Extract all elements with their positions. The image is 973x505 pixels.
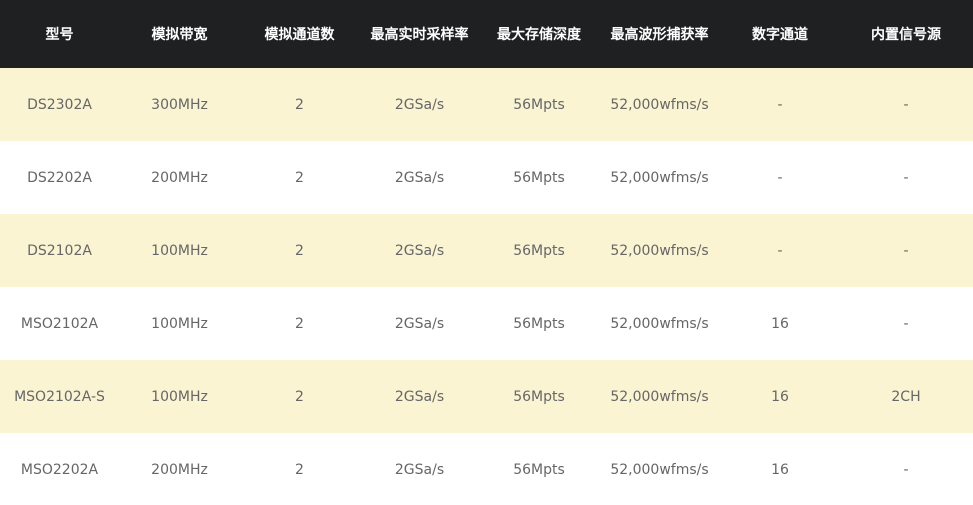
cell-memory-depth: 56Mpts (480, 287, 598, 360)
cell-model: DS2102A (0, 214, 119, 287)
cell-sample-rate: 2GSa/s (359, 433, 480, 505)
cell-digital-channels: 16 (721, 287, 839, 360)
cell-memory-depth: 56Mpts (480, 214, 598, 287)
cell-digital-channels: - (721, 214, 839, 287)
cell-waveform-rate: 52,000wfms/s (598, 214, 721, 287)
cell-analog-channels: 2 (240, 68, 359, 141)
cell-model: DS2202A (0, 141, 119, 214)
header-analog-channels: 模拟通道数 (240, 0, 359, 68)
cell-memory-depth: 56Mpts (480, 360, 598, 433)
table-row: DS2202A 200MHz 2 2GSa/s 56Mpts 52,000wfm… (0, 141, 973, 214)
header-signal-source: 内置信号源 (839, 0, 973, 68)
cell-analog-bandwidth: 100MHz (119, 214, 240, 287)
table-row: MSO2102A-S 100MHz 2 2GSa/s 56Mpts 52,000… (0, 360, 973, 433)
cell-analog-channels: 2 (240, 214, 359, 287)
cell-signal-source: 2CH (839, 360, 973, 433)
cell-memory-depth: 56Mpts (480, 68, 598, 141)
cell-digital-channels: 16 (721, 360, 839, 433)
cell-model: MSO2102A (0, 287, 119, 360)
table-row: DS2302A 300MHz 2 2GSa/s 56Mpts 52,000wfm… (0, 68, 973, 141)
cell-analog-channels: 2 (240, 287, 359, 360)
spec-table: 型号 模拟带宽 模拟通道数 最高实时采样率 最大存储深度 最高波形捕获率 数字通… (0, 0, 973, 505)
header-digital-channels: 数字通道 (721, 0, 839, 68)
header-waveform-rate: 最高波形捕获率 (598, 0, 721, 68)
cell-signal-source: - (839, 68, 973, 141)
cell-analog-bandwidth: 200MHz (119, 141, 240, 214)
cell-signal-source: - (839, 433, 973, 505)
header-memory-depth: 最大存储深度 (480, 0, 598, 68)
cell-sample-rate: 2GSa/s (359, 141, 480, 214)
cell-signal-source: - (839, 141, 973, 214)
cell-waveform-rate: 52,000wfms/s (598, 68, 721, 141)
table-row: DS2102A 100MHz 2 2GSa/s 56Mpts 52,000wfm… (0, 214, 973, 287)
cell-digital-channels: - (721, 141, 839, 214)
cell-analog-bandwidth: 300MHz (119, 68, 240, 141)
cell-digital-channels: - (721, 68, 839, 141)
cell-waveform-rate: 52,000wfms/s (598, 287, 721, 360)
table-header-row: 型号 模拟带宽 模拟通道数 最高实时采样率 最大存储深度 最高波形捕获率 数字通… (0, 0, 973, 68)
cell-model: MSO2202A (0, 433, 119, 505)
cell-waveform-rate: 52,000wfms/s (598, 141, 721, 214)
cell-analog-channels: 2 (240, 360, 359, 433)
cell-digital-channels: 16 (721, 433, 839, 505)
cell-memory-depth: 56Mpts (480, 141, 598, 214)
cell-model: DS2302A (0, 68, 119, 141)
header-sample-rate: 最高实时采样率 (359, 0, 480, 68)
cell-model: MSO2102A-S (0, 360, 119, 433)
cell-signal-source: - (839, 214, 973, 287)
table-row: MSO2102A 100MHz 2 2GSa/s 56Mpts 52,000wf… (0, 287, 973, 360)
cell-sample-rate: 2GSa/s (359, 360, 480, 433)
cell-sample-rate: 2GSa/s (359, 68, 480, 141)
cell-sample-rate: 2GSa/s (359, 287, 480, 360)
cell-sample-rate: 2GSa/s (359, 214, 480, 287)
cell-signal-source: - (839, 287, 973, 360)
cell-analog-bandwidth: 200MHz (119, 433, 240, 505)
cell-analog-bandwidth: 100MHz (119, 360, 240, 433)
cell-waveform-rate: 52,000wfms/s (598, 433, 721, 505)
header-model: 型号 (0, 0, 119, 68)
table-row: MSO2202A 200MHz 2 2GSa/s 56Mpts 52,000wf… (0, 433, 973, 505)
cell-memory-depth: 56Mpts (480, 433, 598, 505)
cell-analog-channels: 2 (240, 141, 359, 214)
cell-analog-channels: 2 (240, 433, 359, 505)
cell-analog-bandwidth: 100MHz (119, 287, 240, 360)
cell-waveform-rate: 52,000wfms/s (598, 360, 721, 433)
header-analog-bandwidth: 模拟带宽 (119, 0, 240, 68)
